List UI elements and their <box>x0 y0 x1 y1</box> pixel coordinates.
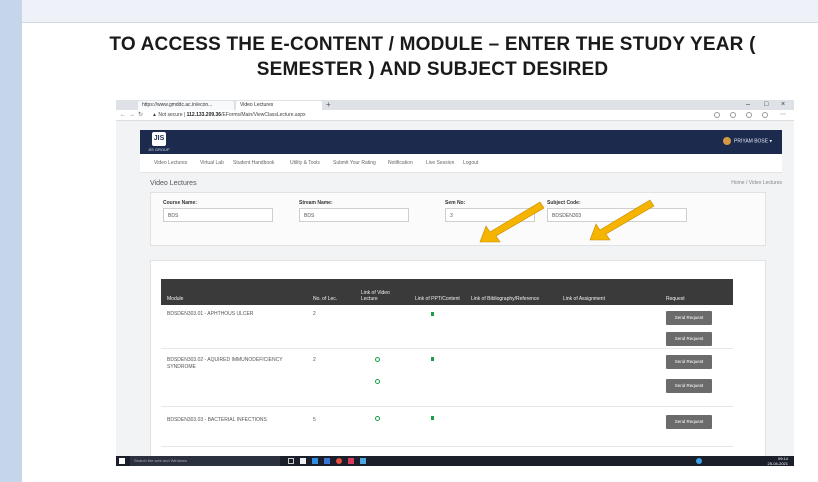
send-request-button[interactable]: Send Request <box>666 311 712 325</box>
url-host: 112.133.209.36 <box>186 112 222 118</box>
not-secure-badge: ▲ Not secure <box>152 112 183 118</box>
table-row: BDSDEN303.01 - APHTHOUS ULCER 2 Send Req… <box>161 305 733 349</box>
filter-form: Course Name: BDS Stream Name: BDS Sem No… <box>150 192 766 246</box>
browser-tab-econtent[interactable]: https://www.gmddc.ac.in/econ... <box>138 101 234 110</box>
app-header: JIS JIS GROUP PRIYAM BOSE ▾ <box>140 130 782 154</box>
url-path: /EForms/Main/ViewClassLecture.aspx <box>221 112 306 118</box>
stream-label: Stream Name: <box>299 200 333 206</box>
back-icon[interactable]: ← <box>120 110 126 120</box>
avatar <box>723 137 732 145</box>
ppt-link-icon[interactable] <box>431 357 434 361</box>
menu-utility-tools[interactable]: Utility & Tools <box>290 154 320 172</box>
send-request-button[interactable]: Send Request <box>666 332 712 346</box>
profile-icon[interactable] <box>762 112 768 118</box>
tray-icon[interactable] <box>696 458 702 464</box>
app-icon[interactable] <box>348 458 354 464</box>
header-ppt: Link of PPT/Content <box>415 296 460 302</box>
sem-label: Sem No: <box>445 200 466 206</box>
clock-date: 25-04-2021 <box>767 461 788 466</box>
lecture-count: 5 <box>313 417 316 423</box>
course-field[interactable]: BDS <box>163 208 273 222</box>
taskbar-clock: 09:14 25-04-2021 <box>768 456 788 466</box>
header-video: Link of Video Lecture <box>361 290 390 302</box>
user-menu[interactable]: PRIYAM BOSE ▾ <box>723 137 772 145</box>
lecture-count: 2 <box>313 357 316 363</box>
send-request-button[interactable]: Send Request <box>666 415 712 429</box>
lecture-count: 2 <box>313 311 316 317</box>
menu-video-lectures[interactable]: Video Lectures <box>154 154 187 172</box>
slide-top-band <box>22 0 818 23</box>
forward-icon[interactable]: → <box>129 110 135 120</box>
menu-logout[interactable]: Logout <box>463 154 478 172</box>
browser-tab-video-lectures[interactable]: Video Lectures <box>236 101 322 110</box>
stream-field[interactable]: BDS <box>299 208 409 222</box>
send-request-button[interactable]: Send Request <box>666 379 712 393</box>
course-label: Course Name: <box>163 200 197 206</box>
file-explorer-icon[interactable] <box>300 458 306 464</box>
browser-tab-bar: https://www.gmddc.ac.in/econ... Video Le… <box>116 100 794 110</box>
app-icon[interactable] <box>360 458 366 464</box>
more-menu-icon[interactable]: ⋯ <box>780 110 786 120</box>
subject-label: Subject Code: <box>547 200 581 206</box>
menu-notification[interactable]: Notification <box>388 154 413 172</box>
main-menu: Video Lectures Virtual Lab Student Handb… <box>140 154 782 173</box>
module-name: BDSDEN303.01 - APHTHOUS ULCER <box>167 311 254 317</box>
maximize-icon[interactable]: □ <box>764 100 768 110</box>
arrow-to-subject <box>589 199 655 241</box>
send-request-button[interactable]: Send Request <box>666 355 712 369</box>
slide-title: TO ACCESS THE E-CONTENT / MODULE – ENTER… <box>109 34 756 80</box>
store-icon[interactable] <box>324 458 330 464</box>
table-header: Module No. of Lec. Link of Video Lecture… <box>161 279 733 305</box>
ppt-link-icon[interactable] <box>431 312 434 316</box>
reading-mode-icon[interactable] <box>714 112 720 118</box>
menu-student-handbook[interactable]: Student Handbook <box>233 154 274 172</box>
jis-logo[interactable]: JIS <box>152 132 166 146</box>
logo-caption: JIS GROUP <box>148 147 170 152</box>
chrome-icon[interactable] <box>336 458 342 464</box>
browser-screenshot: https://www.gmddc.ac.in/econ... Video Le… <box>116 100 794 466</box>
ppt-link-icon[interactable] <box>431 416 434 420</box>
module-name: BDSDEN303.03 - BACTERIAL INFECTIONS <box>167 417 267 423</box>
minimize-icon[interactable]: – <box>746 100 750 110</box>
edge-icon[interactable] <box>312 458 318 464</box>
header-bibliography: Link of Bibliography/Reference <box>471 296 540 302</box>
task-view-icon[interactable] <box>288 458 294 464</box>
table-row: BDSDEN303.02 - AQUIRED IMMUNODEFICIENCY … <box>161 349 733 407</box>
breadcrumb: Home / Video Lectures <box>731 180 782 186</box>
menu-virtual-lab[interactable]: Virtual Lab <box>200 154 224 172</box>
url-field[interactable]: ▲ Not secure | 112.133.209.36/EForms/Mai… <box>152 111 632 119</box>
header-request: Request <box>666 296 685 302</box>
page-title: Video Lectures <box>150 180 197 187</box>
menu-submit-rating[interactable]: Submit Your Rating <box>333 154 376 172</box>
new-tab-button[interactable]: + <box>326 100 331 110</box>
video-link-icon[interactable] <box>375 416 380 421</box>
collections-icon[interactable] <box>746 112 752 118</box>
favorites-icon[interactable] <box>730 112 736 118</box>
user-name: PRIYAM BOSE ▾ <box>734 138 772 145</box>
close-icon[interactable]: × <box>781 100 785 110</box>
windows-start-icon[interactable] <box>119 458 125 464</box>
slide-left-band <box>0 0 22 482</box>
table-row: BDSDEN303.03 - BACTERIAL INFECTIONS 5 Se… <box>161 407 733 447</box>
taskbar-search[interactable]: Search the web and Windows <box>130 456 280 466</box>
module-table-card: Module No. of Lec. Link of Video Lecture… <box>150 260 766 460</box>
address-bar: ← → ↻ ▲ Not secure | 112.133.209.36/EFor… <box>116 110 794 121</box>
refresh-icon[interactable]: ↻ <box>138 110 143 120</box>
windows-taskbar: Search the web and Windows 09:14 25-04-2… <box>116 456 794 466</box>
header-lectures: No. of Lec. <box>313 296 338 302</box>
video-link-icon[interactable] <box>375 357 380 362</box>
header-assignment: Link of Assignment <box>563 296 605 302</box>
menu-live-session[interactable]: Live Session <box>426 154 454 172</box>
arrow-to-sem <box>479 201 545 243</box>
header-module: Module <box>167 296 184 302</box>
video-link-icon[interactable] <box>375 379 380 384</box>
module-name: BDSDEN303.02 - AQUIRED IMMUNODEFICIENCY … <box>167 357 283 370</box>
